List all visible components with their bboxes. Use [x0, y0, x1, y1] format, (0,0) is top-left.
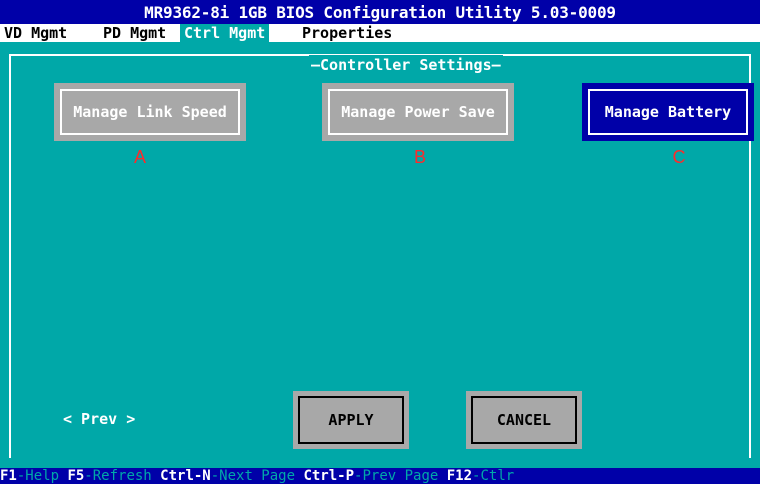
apply-label: APPLY: [298, 396, 404, 444]
manage-link-speed-button[interactable]: Manage Link Speed: [54, 83, 246, 141]
manage-battery-label: Manage Battery: [588, 89, 748, 135]
hint-key: F12: [446, 468, 473, 484]
controller-settings-panel: —Controller Settings— Manage Link Speed …: [0, 42, 760, 468]
manage-battery-button[interactable]: Manage Battery: [582, 83, 754, 141]
menu-tab-bar: VD Mgmt PD Mgmt Ctrl Mgmt Properties: [0, 24, 760, 42]
marker-a: A: [133, 147, 146, 167]
hint-key: F1: [0, 468, 17, 484]
tab-properties[interactable]: Properties: [302, 24, 392, 42]
hint-desc: -Next Page: [210, 468, 304, 484]
hint-desc: -Prev Page: [354, 468, 447, 484]
hint-key: F5: [67, 468, 85, 484]
apply-button[interactable]: APPLY: [293, 391, 409, 449]
marker-b: B: [413, 147, 426, 167]
bios-screen: MR9362-8i 1GB BIOS Configuration Utility…: [0, 0, 760, 484]
hint-prev-page: Ctrl-P-Prev Page: [303, 468, 446, 484]
tab-pd-mgmt[interactable]: PD Mgmt: [103, 24, 166, 42]
tab-vd-mgmt[interactable]: VD Mgmt: [4, 24, 67, 42]
cancel-button[interactable]: CANCEL: [466, 391, 582, 449]
manage-power-save-button[interactable]: Manage Power Save: [322, 83, 514, 141]
status-bar: F1-Help F5-Refresh Ctrl-N-Next Page Ctrl…: [0, 468, 760, 484]
frame-title: —Controller Settings—: [309, 55, 503, 75]
hint-refresh: F5-Refresh: [67, 468, 160, 484]
tab-ctrl-mgmt[interactable]: Ctrl Mgmt: [180, 24, 270, 42]
window-title: MR9362-8i 1GB BIOS Configuration Utility…: [0, 0, 760, 26]
manage-link-speed-label: Manage Link Speed: [60, 89, 240, 135]
hint-next-page: Ctrl-N-Next Page: [160, 468, 303, 484]
hint-key: Ctrl-N: [160, 468, 211, 484]
cancel-label: CANCEL: [471, 396, 577, 444]
hint-ctlr: F12-Ctlr: [447, 468, 514, 484]
prev-page-link[interactable]: < Prev >: [63, 410, 135, 428]
hint-desc: -Help: [16, 468, 68, 484]
hint-help: F1-Help: [0, 468, 67, 484]
hint-desc: -Ctlr: [472, 468, 515, 484]
hint-desc: -Refresh: [84, 468, 161, 484]
frame-title-text: Controller Settings: [320, 56, 492, 74]
marker-c: C: [672, 147, 686, 167]
hint-key: Ctrl-P: [303, 468, 355, 484]
manage-power-save-label: Manage Power Save: [328, 89, 508, 135]
